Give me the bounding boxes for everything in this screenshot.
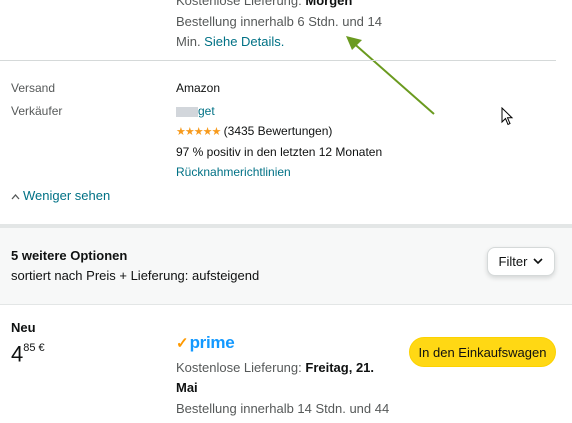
seller-label: Verkäufer (11, 104, 63, 118)
delivery-day: Morgen (305, 0, 353, 8)
add-to-cart-button[interactable]: In den Einkaufswagen (409, 337, 556, 367)
offer-order-countdown: Bestellung innerhalb 14 Stdn. und 44 (176, 401, 390, 416)
arrow-shaft (349, 39, 435, 115)
star-rating-icon: ★★★★★ (176, 126, 221, 138)
offer-delivery-day-cont: Mai (176, 380, 198, 395)
divider-top (0, 60, 556, 61)
see-less-label: Weniger sehen (23, 188, 111, 203)
delivery-label-prefix: Kostenlose Lieferung: (176, 0, 306, 8)
prime-badge: ✓prime (176, 333, 235, 354)
filter-button[interactable]: Filter (487, 247, 555, 276)
options-sort: sortiert nach Preis + Lieferung: aufstei… (11, 268, 260, 283)
price-fraction: 85 € (23, 342, 45, 354)
seller-name[interactable]: get (198, 104, 215, 118)
order-countdown-min: Min. (176, 34, 205, 49)
offer-delivery-prefix: Kostenlose Lieferung: (176, 360, 306, 375)
filter-label: Filter (498, 254, 528, 269)
offer-delivery: Kostenlose Lieferung: Freitag, 21. (176, 358, 396, 377)
delivery-top-label: Kostenlose Lieferung: Morgen (176, 0, 352, 10)
redacted-seller-prefix (176, 106, 198, 117)
chevron-up-icon (11, 194, 20, 200)
seller-name-link[interactable]: get (176, 102, 215, 120)
offer-condition: Neu (11, 320, 36, 335)
shipping-label: Versand (11, 81, 56, 95)
offer-price: 485 € (11, 338, 45, 366)
chevron-down-icon (533, 258, 544, 265)
mouse-cursor-icon (501, 107, 514, 126)
price-whole: 4 (11, 341, 24, 367)
see-details-link[interactable]: Siehe Details. (204, 34, 284, 49)
prime-check-icon: ✓ (176, 335, 189, 352)
divider-options (0, 304, 572, 305)
returns-policy-link[interactable]: Rücknahmerichtlinien (176, 163, 291, 181)
see-less-link[interactable]: Weniger sehen (11, 186, 110, 205)
prime-logo: prime (189, 333, 235, 352)
rating-count: (3435 Bewertungen) (223, 124, 333, 138)
offer-delivery-day: Freitag, 21. (305, 360, 375, 375)
shipping-value: Amazon (176, 81, 221, 95)
annotation-arrow (346, 36, 435, 115)
order-countdown-line2: Min. Siehe Details. (176, 32, 284, 51)
add-to-cart-label: In den Einkaufswagen (418, 344, 547, 360)
order-countdown-line1: Bestellung innerhalb 6 Stdn. und 14 (176, 14, 382, 29)
seller-rating[interactable]: ★★★★★ (3435 Bewertungen) (176, 122, 332, 141)
options-title: 5 weitere Optionen (11, 248, 128, 263)
seller-positive: 97 % positiv in den letzten 12 Monaten (176, 145, 383, 159)
